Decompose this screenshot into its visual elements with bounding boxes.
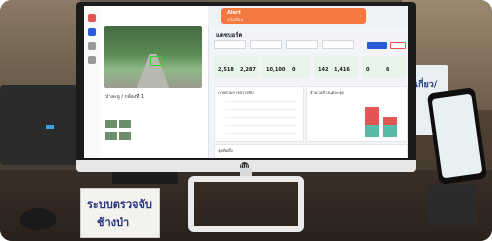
alert-banner[interactable]: Alert แจ้งเตือน (221, 8, 366, 24)
search-button[interactable] (367, 42, 387, 49)
stat-value: 6 (386, 67, 390, 73)
stat-value: 1,416 (334, 67, 350, 73)
stat-value: 10,100 (266, 67, 286, 73)
monitor-screen: ป่าละอู / กล้องที่ 1 Alert แจ้งเตือน แดช… (84, 6, 408, 158)
sign-line-1: ระบบตรวจจับ (87, 198, 152, 211)
bar-teal (365, 125, 379, 137)
monitor: ป่าละอู / กล้องที่ 1 Alert แจ้งเตือน แดช… (76, 2, 416, 172)
filter-select[interactable] (214, 40, 246, 49)
desk-sign: ระบบตรวจจับ ช้างป่า (80, 188, 160, 238)
stat-value: 0 (292, 67, 296, 73)
phone-stand (428, 185, 478, 225)
bar-red-2 (383, 117, 397, 125)
camera-title: ป่าละอู / กล้องที่ 1 (105, 94, 145, 100)
locations-panel: จุดติดตั้ง (214, 144, 408, 158)
monitor-stand (188, 176, 304, 232)
bar-chart-title: จำนวนช้างแต่ละจุด (310, 90, 344, 95)
stat-value: 2,518 (218, 67, 234, 73)
alert-subtitle: แจ้งเตือน (227, 17, 243, 22)
phone-screen (431, 93, 483, 179)
stat-value: 0 (366, 67, 370, 73)
filter-select[interactable] (322, 40, 354, 49)
mouse (20, 208, 56, 230)
side-box-text: เกี่ยว/ (415, 80, 438, 90)
reset-button[interactable] (390, 42, 406, 49)
bar-chart-panel: จำนวนช้างแต่ละจุด (306, 86, 408, 142)
network-equipment (0, 85, 80, 165)
detection-box (150, 56, 162, 66)
stat-card: 0 6 (362, 56, 406, 78)
side-rail (84, 6, 101, 158)
bar-red (365, 107, 379, 125)
keyboard (112, 172, 178, 184)
sign-line-2: ช้างป่า (97, 216, 130, 229)
section-title: จุดติดตั้ง (218, 148, 233, 153)
stat-value: 2,287 (240, 67, 256, 73)
camera-panel: ป่าละอู / กล้องที่ 1 (100, 6, 209, 158)
stat-card: 10,100 0 (262, 56, 310, 78)
page-title: แดชบอร์ด (216, 32, 243, 39)
filter-select[interactable] (286, 40, 318, 49)
stat-card: 2,518 2,287 (214, 56, 258, 78)
line-chart-panel: ภาพรวมการตรวจจับ (214, 86, 304, 142)
camera-feed[interactable] (104, 26, 202, 88)
chart-title: ภาพรวมการตรวจจับ (218, 90, 254, 95)
stat-value: 142 (318, 67, 329, 73)
filter-select[interactable] (250, 40, 282, 49)
bar-teal-2 (383, 125, 397, 137)
stat-card: 142 1,416 (314, 56, 358, 78)
photo-scene: เกี่ยว/ ป่าละอู / กล้องที่ 1 Alert แจ้งเ… (0, 0, 492, 241)
